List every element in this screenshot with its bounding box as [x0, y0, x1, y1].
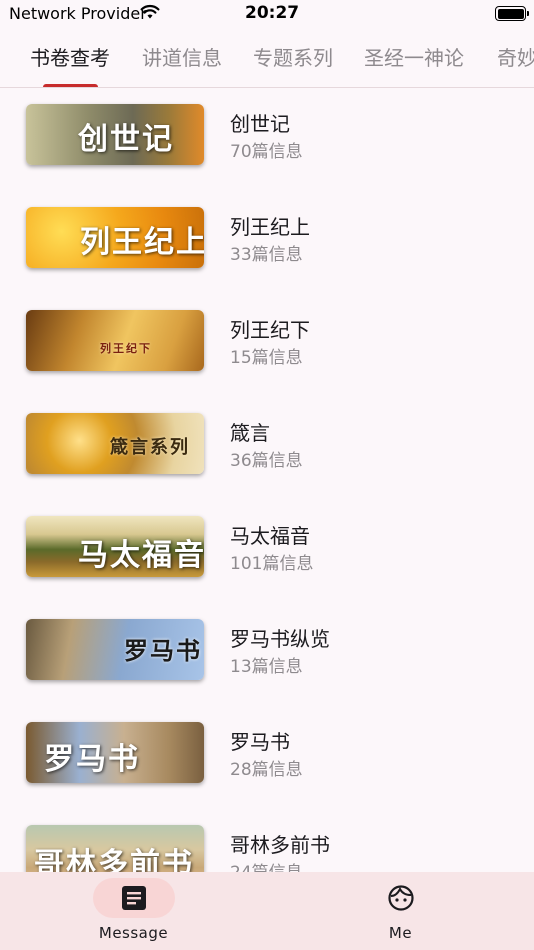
book-title: 列王纪上 [230, 215, 310, 239]
list-item[interactable]: 列王纪上 列王纪上 33篇信息 [0, 192, 534, 295]
carrier-label: Network Provider [9, 4, 147, 23]
book-thumbnail: 罗马书 [26, 722, 204, 783]
battery-icon [495, 6, 526, 21]
list-item[interactable]: 罗马书 罗马书纵览 13篇信息 [0, 604, 534, 707]
book-list[interactable]: 创世记 创世记 70篇信息 列王纪上 列王纪上 33篇信息 列王纪下 列王纪下 … [0, 89, 534, 872]
face-icon [388, 885, 414, 911]
wifi-icon [140, 4, 160, 19]
nav-me-label: Me [388, 924, 413, 942]
book-title: 罗马书纵览 [230, 627, 330, 651]
status-time: 20:27 [245, 3, 300, 23]
tab-sermons[interactable]: 讲道信息 [142, 42, 222, 71]
book-title: 创世记 [230, 112, 290, 136]
list-item[interactable]: 罗马书 罗马书 28篇信息 [0, 707, 534, 810]
book-thumbnail: 列王纪上 [26, 207, 204, 268]
list-item[interactable]: 列王纪下 列王纪下 15篇信息 [0, 295, 534, 398]
status-bar: Network Provider 20:27 [0, 0, 534, 30]
message-icon [122, 886, 146, 910]
list-item[interactable]: 哥林多前书 哥林多前书 24篇信息 [0, 810, 534, 872]
nav-me[interactable]: Me [267, 872, 534, 950]
message-count: 101篇信息 [230, 554, 314, 574]
book-title: 列王纪下 [230, 318, 310, 342]
book-thumbnail: 马太福音 [26, 516, 204, 577]
screen: Network Provider 20:27 书卷查考 讲道信息 专题系列 圣经… [0, 0, 534, 950]
thumbnail-caption: 马太福音 [78, 538, 204, 573]
tab-biblical-monotheism[interactable]: 圣经一神论 [364, 42, 464, 71]
book-thumbnail: 哥林多前书 [26, 825, 204, 872]
message-count: 36篇信息 [230, 451, 303, 471]
book-title: 罗马书 [230, 730, 290, 754]
message-count: 28篇信息 [230, 760, 303, 780]
thumbnail-caption: 箴言系列 [110, 437, 190, 458]
message-count: 33篇信息 [230, 245, 303, 265]
book-thumbnail: 列王纪下 [26, 310, 204, 371]
book-thumbnail: 罗马书 [26, 619, 204, 680]
message-count: 24篇信息 [230, 858, 303, 872]
book-thumbnail: 箴言系列 [26, 413, 204, 474]
thumbnail-caption: 哥林多前书 [34, 847, 194, 872]
nav-message[interactable]: Message [0, 872, 267, 950]
tab-indicator [43, 84, 98, 87]
thumbnail-caption: 列王纪下 [100, 342, 152, 355]
battery-tip [527, 11, 529, 16]
tab-wonderful[interactable]: 奇妙 [497, 42, 534, 71]
nav-message-label: Message [98, 924, 169, 942]
tab-topical-series[interactable]: 专题系列 [253, 42, 333, 71]
book-thumbnail: 创世记 [26, 104, 204, 165]
thumbnail-caption: 创世记 [78, 122, 174, 157]
list-item[interactable]: 箴言系列 箴言 36篇信息 [0, 398, 534, 501]
bottom-navigation: Message Me [0, 872, 534, 950]
tab-book-study[interactable]: 书卷查考 [30, 42, 110, 71]
book-title: 马太福音 [230, 524, 310, 548]
message-count: 13篇信息 [230, 657, 303, 677]
message-count: 15篇信息 [230, 348, 303, 368]
message-count: 70篇信息 [230, 142, 303, 162]
thumbnail-caption: 罗马书 [44, 742, 140, 777]
thumbnail-caption: 罗马书 [124, 636, 202, 665]
thumbnail-caption: 列王纪上 [80, 225, 204, 260]
category-tabs: 书卷查考 讲道信息 专题系列 圣经一神论 奇妙 [0, 30, 534, 88]
list-item[interactable]: 马太福音 马太福音 101篇信息 [0, 501, 534, 604]
book-title: 哥林多前书 [230, 833, 330, 857]
book-title: 箴言 [230, 421, 270, 445]
list-item[interactable]: 创世记 创世记 70篇信息 [0, 89, 534, 192]
